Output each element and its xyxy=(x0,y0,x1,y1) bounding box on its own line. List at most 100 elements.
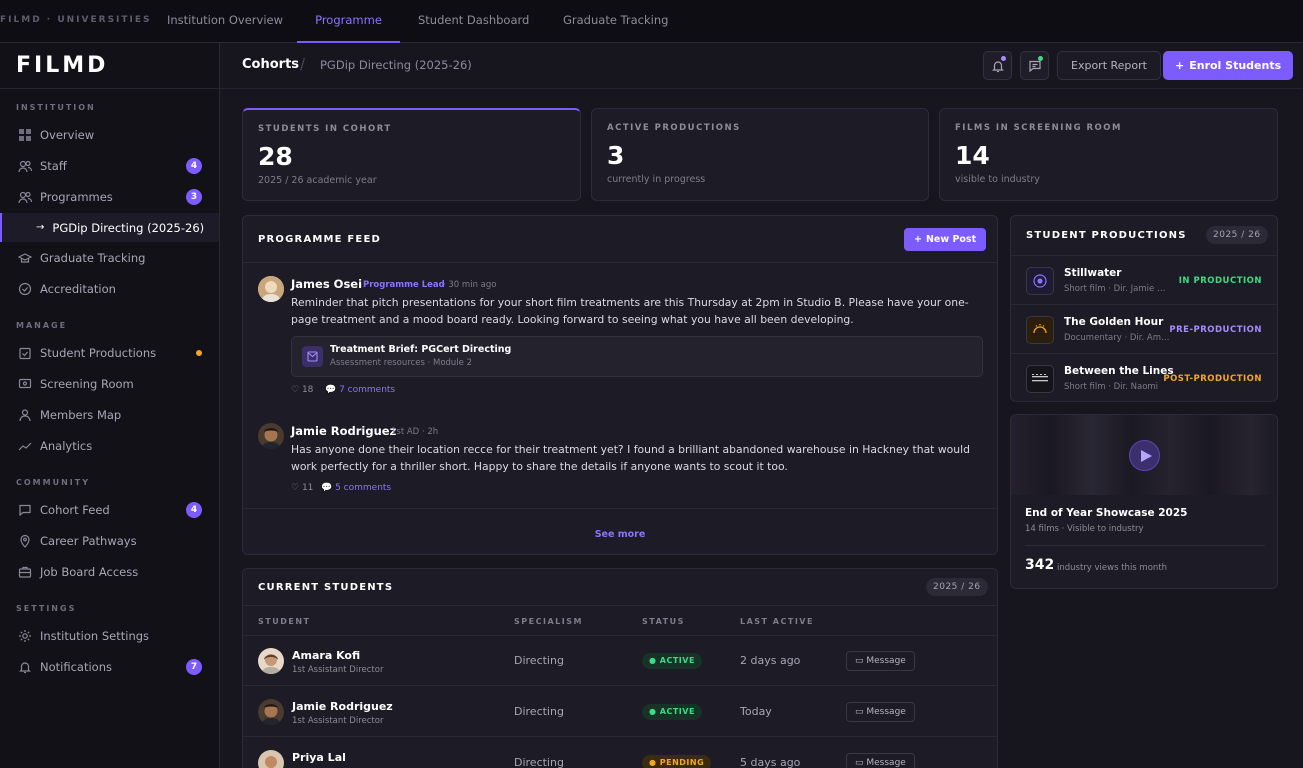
section-label-institution: INSTITUTION xyxy=(16,103,96,112)
like-button[interactable]: ♡ 18 xyxy=(291,385,313,395)
programme-feed-card: PROGRAMME FEED + New Post James Osei Prog… xyxy=(242,215,998,555)
post-role-time: 1st AD · 2h xyxy=(391,427,439,437)
column-header-last-active[interactable]: LAST ACTIVE xyxy=(740,617,814,626)
production-meta: Short film · Dir. Naomi xyxy=(1064,382,1159,392)
sidebar-item-cohort-feed[interactable]: Cohort Feed 4 xyxy=(0,496,219,524)
stat-subtext: visible to industry xyxy=(955,174,1040,185)
views-label: industry views this month xyxy=(1057,563,1168,573)
production-title: The Golden Hour xyxy=(1064,316,1164,328)
stat-card-productions: ACTIVE PRODUCTIONS 3 currently in progre… xyxy=(591,108,929,201)
sidebar-item-label: Staff xyxy=(40,159,67,173)
users-icon xyxy=(18,159,33,173)
sidebar-item-graduate-tracking[interactable]: Graduate Tracking xyxy=(0,244,219,272)
sidebar-item-overview[interactable]: Overview xyxy=(0,121,219,149)
notifications-button[interactable] xyxy=(983,51,1012,80)
message-button[interactable]: ▭ Message xyxy=(846,702,915,722)
post-attachment[interactable]: Treatment Brief: PGCert Directing Assess… xyxy=(291,336,983,377)
top-navigation-bar: FILMD · UNIVERSITIES Institution Overvie… xyxy=(0,0,1303,43)
card-title: CURRENT STUDENTS xyxy=(258,582,394,593)
sidebar-item-pgdip-directing[interactable]: → PGDip Directing (2025-26) xyxy=(0,213,219,242)
message-button[interactable]: ▭ Message xyxy=(846,753,915,768)
sidebar-item-analytics[interactable]: Analytics xyxy=(0,432,219,460)
online-dot xyxy=(1038,56,1043,61)
briefcase-icon xyxy=(18,565,32,579)
student-role: 1st Assistant Director xyxy=(292,716,384,726)
column-header-specialism[interactable]: SPECIALISM xyxy=(514,617,583,626)
column-header-student[interactable]: STUDENT xyxy=(258,617,310,626)
tab-graduate-tracking[interactable]: Graduate Tracking xyxy=(563,0,668,43)
student-last-active: 2 days ago xyxy=(740,654,801,667)
film-strip-icon xyxy=(1026,365,1054,393)
tab-programme[interactable]: Programme xyxy=(297,0,400,43)
table-row[interactable]: Jamie Rodriguez 1st Assistant Director D… xyxy=(243,687,997,737)
stat-label: FILMS IN SCREENING ROOM xyxy=(955,123,1122,133)
sidebar-item-job-board-access[interactable]: Job Board Access xyxy=(0,558,219,586)
sidebar-item-career-pathways[interactable]: Career Pathways xyxy=(0,527,219,555)
production-item[interactable]: Stillwater Short film · Dir. Jamie Rodri… xyxy=(1011,255,1277,304)
bell-icon xyxy=(18,660,32,674)
showcase-thumbnail[interactable] xyxy=(1011,415,1277,495)
tab-student-dashboard[interactable]: Student Dashboard xyxy=(418,0,529,43)
comment-count: 5 comments xyxy=(335,483,392,493)
current-students-card: CURRENT STUDENTS 2025 / 26 STUDENT SPECI… xyxy=(242,568,998,768)
status-badge: ● ACTIVE xyxy=(642,704,702,720)
play-button[interactable] xyxy=(1129,440,1160,471)
enrol-students-button[interactable]: + Enrol Students xyxy=(1163,51,1294,80)
production-meta: Short film · Dir. Jamie Rodriguez xyxy=(1064,284,1170,294)
column-header-status[interactable]: STATUS xyxy=(642,617,685,626)
like-button[interactable]: ♡ 11 xyxy=(291,483,313,493)
count-badge: 4 xyxy=(186,502,202,518)
sidebar-item-staff[interactable]: Staff 4 xyxy=(0,152,219,180)
production-meta: Documentary · Dir. Amara Kofi xyxy=(1064,333,1170,343)
sidebar-item-student-productions[interactable]: Student Productions xyxy=(0,339,219,367)
arrow-right-icon: → xyxy=(36,222,45,233)
enrol-students-label: Enrol Students xyxy=(1189,59,1282,72)
chat-icon xyxy=(18,503,32,517)
sidebar-item-programmes[interactable]: Programmes 3 xyxy=(0,183,219,211)
post-author[interactable]: James Osei xyxy=(291,277,362,291)
logo[interactable]: FILMD xyxy=(16,53,108,78)
see-more-link[interactable]: See more xyxy=(243,529,997,540)
sidebar-item-institution-settings[interactable]: Institution Settings xyxy=(0,622,219,650)
bell-icon xyxy=(992,61,1004,73)
comments-link[interactable]: 💬 5 comments xyxy=(321,483,391,493)
stat-label: STUDENTS IN COHORT xyxy=(258,124,392,134)
stat-value: 28 xyxy=(258,142,293,171)
message-button[interactable]: ▭ Message xyxy=(846,651,915,671)
production-item[interactable]: The Golden Hour Documentary · Dir. Amara… xyxy=(1011,304,1277,353)
card-title: STUDENT PRODUCTIONS xyxy=(1026,230,1187,241)
avatar[interactable] xyxy=(258,276,284,302)
heart-icon: ♡ xyxy=(291,385,302,395)
status-badge: ● ACTIVE xyxy=(642,653,702,669)
avatar xyxy=(258,648,284,674)
user-icon xyxy=(18,408,32,422)
sidebar-item-label: Screening Room xyxy=(40,377,134,391)
messages-button[interactable] xyxy=(1020,51,1049,80)
new-post-button[interactable]: + New Post xyxy=(904,228,987,251)
sidebar-item-screening-room[interactable]: Screening Room xyxy=(0,370,219,398)
sidebar-item-members-map[interactable]: Members Map xyxy=(0,401,219,429)
tab-institution-overview[interactable]: Institution Overview xyxy=(167,0,283,43)
avatar[interactable] xyxy=(258,423,284,449)
table-row[interactable]: Priya Lal Directing ● PENDING 5 days ago… xyxy=(243,738,997,768)
production-item[interactable]: Between the Lines Short film · Dir. Naom… xyxy=(1011,353,1277,402)
sidebar-item-accreditation[interactable]: Accreditation xyxy=(0,275,219,303)
comments-link[interactable]: 💬 7 comments xyxy=(325,385,395,395)
attachment-meta: Assessment resources · Module 2 xyxy=(330,358,473,368)
trend-line-icon xyxy=(18,439,32,453)
breadcrumb-cohorts[interactable]: Cohorts xyxy=(242,57,299,72)
export-report-button[interactable]: Export Report xyxy=(1057,51,1161,80)
sidebar-item-notifications[interactable]: Notifications 7 xyxy=(0,653,219,681)
post-author[interactable]: Jamie Rodriguez xyxy=(291,424,396,438)
avatar xyxy=(258,750,284,768)
student-specialism: Directing xyxy=(514,756,564,768)
student-name: Priya Lal xyxy=(292,751,346,764)
section-label-manage: MANAGE xyxy=(16,321,68,330)
table-row[interactable]: Amara Kofi 1st Assistant Director Direct… xyxy=(243,636,997,686)
sidebar-item-label: Institution Settings xyxy=(40,629,150,643)
check-circle-icon xyxy=(18,282,32,296)
chat-icon: ▭ xyxy=(855,656,867,666)
showcase-card[interactable]: End of Year Showcase 2025 14 films · Vis… xyxy=(1010,414,1278,589)
sidebar: FILMD INSTITUTION Overview Staff 4 Progr… xyxy=(0,43,220,768)
comment-icon: 💬 xyxy=(321,483,336,493)
